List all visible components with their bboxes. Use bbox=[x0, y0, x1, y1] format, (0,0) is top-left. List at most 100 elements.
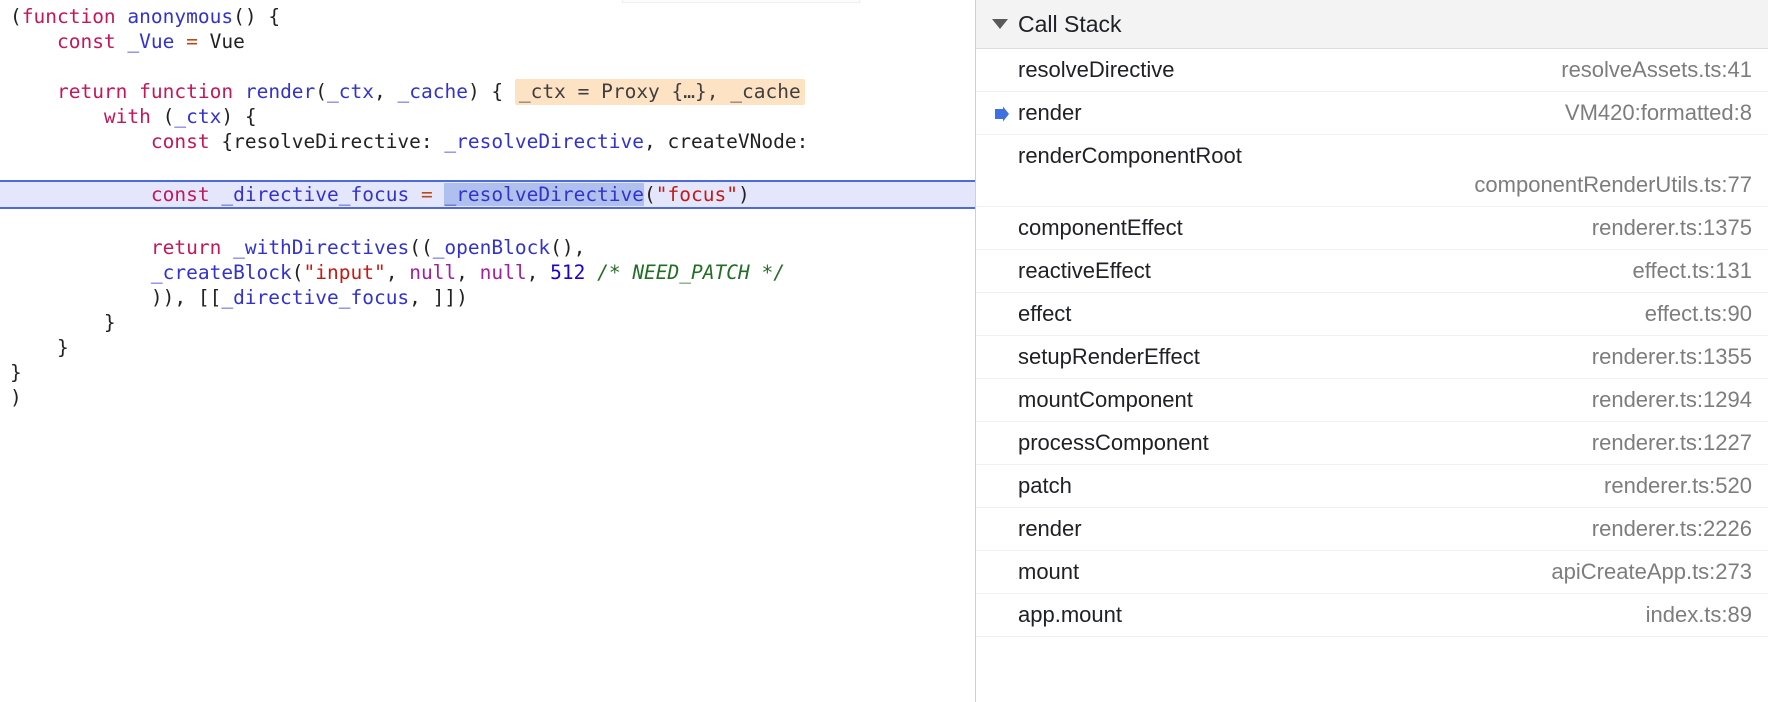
frame-source-location[interactable]: renderer.ts:1375 bbox=[1592, 215, 1752, 241]
code-token: } bbox=[10, 311, 116, 334]
code-token: "input" bbox=[303, 261, 386, 284]
call-stack-list[interactable]: resolveDirective resolveAssets.ts:41 rende… bbox=[976, 49, 1768, 637]
frame-function-name: render bbox=[1018, 516, 1082, 541]
call-stack-frame[interactable]: render VM420:formatted:8 bbox=[976, 92, 1768, 135]
frame-function-name: componentEffect bbox=[1018, 215, 1183, 240]
call-stack-frame[interactable]: renderComponentRoot componentRenderUtils.… bbox=[976, 135, 1768, 207]
code-line[interactable] bbox=[0, 210, 975, 235]
call-stack-frame[interactable]: render renderer.ts:2226 bbox=[976, 508, 1768, 551]
code-token: function bbox=[21, 5, 116, 28]
code-token: ) bbox=[10, 386, 22, 409]
code-token: } bbox=[10, 361, 22, 384]
code-token: _resolveDirective bbox=[444, 130, 644, 153]
code-token: render bbox=[244, 80, 316, 103]
code-token: ) { bbox=[467, 80, 515, 103]
code-token: (), bbox=[550, 236, 586, 259]
frame-function-name: app.mount bbox=[1018, 602, 1122, 627]
call-stack-section-header[interactable]: Call Stack bbox=[976, 0, 1768, 49]
inline-value-decoration[interactable]: _ctx = Proxy {…}, _cache bbox=[514, 79, 805, 105]
frame-function-name: reactiveEffect bbox=[1018, 258, 1151, 283]
code-token: = bbox=[186, 30, 198, 53]
code-line[interactable]: with (_ctx) { bbox=[0, 104, 975, 129]
code-token: _ctx bbox=[327, 80, 375, 103]
call-stack-frame[interactable]: componentEffect renderer.ts:1375 bbox=[976, 207, 1768, 250]
code-token: _createBlock bbox=[150, 261, 292, 284]
frame-source-location[interactable]: VM420:formatted:8 bbox=[1565, 100, 1752, 126]
code-token: ( bbox=[10, 5, 22, 28]
call-stack-frame[interactable]: resolveDirective resolveAssets.ts:41 bbox=[976, 49, 1768, 92]
frame-source-location[interactable]: resolveAssets.ts:41 bbox=[1561, 57, 1752, 83]
frame-source-location[interactable]: effect.ts:90 bbox=[1645, 301, 1752, 327]
code-line[interactable]: const {resolveDirective: _resolveDirecti… bbox=[0, 129, 975, 154]
frame-source-location[interactable]: renderer.ts:520 bbox=[1604, 473, 1752, 499]
frame-source-location[interactable]: apiCreateApp.ts:273 bbox=[1551, 559, 1752, 585]
code-line[interactable] bbox=[0, 54, 975, 79]
code-line[interactable]: (function anonymous() { bbox=[0, 4, 975, 29]
code-token: return bbox=[56, 80, 128, 103]
code-line[interactable]: } bbox=[0, 335, 975, 360]
frame-source-location[interactable]: index.ts:89 bbox=[1646, 602, 1752, 628]
call-stack-frame[interactable]: reactiveEffect effect.ts:131 bbox=[976, 250, 1768, 293]
call-stack-frame[interactable]: mountComponent renderer.ts:1294 bbox=[976, 379, 1768, 422]
code-token: return bbox=[150, 236, 222, 259]
call-stack-frame[interactable]: patch renderer.ts:520 bbox=[976, 465, 1768, 508]
frame-source-location[interactable]: renderer.ts:1294 bbox=[1592, 387, 1752, 413]
code-line[interactable]: return function render(_ctx, _cache) { _… bbox=[0, 79, 975, 105]
code-token: () { bbox=[233, 5, 281, 28]
code-token: ( bbox=[291, 261, 304, 284]
code-token: Vue bbox=[197, 30, 245, 53]
frame-function-name: render bbox=[992, 100, 1082, 126]
frame-function-name: processComponent bbox=[1018, 430, 1209, 455]
code-line[interactable]: } bbox=[0, 310, 975, 335]
code-line[interactable] bbox=[0, 154, 975, 179]
triangle-down-icon[interactable] bbox=[992, 19, 1008, 29]
code-token: _Vue bbox=[127, 30, 175, 53]
code-line[interactable]: ) bbox=[0, 385, 975, 410]
code-line-paused[interactable]: const _directive_focus = _resolveDirecti… bbox=[0, 180, 975, 209]
code-token: , bbox=[374, 80, 398, 103]
code-token: _directive_focus bbox=[221, 286, 410, 309]
code-line[interactable]: )), [[_directive_focus, ]]) bbox=[0, 285, 975, 310]
selected-token[interactable]: _resolveDirective bbox=[444, 183, 645, 206]
code-token: ( bbox=[644, 183, 656, 206]
debugger-sidebar: Call Stack resolveDirective resolveAssets… bbox=[975, 0, 1768, 702]
code-token: )), [[ bbox=[10, 286, 222, 309]
devtools-sources-panel: (function anonymous() { const _Vue = Vue… bbox=[0, 0, 1768, 702]
call-stack-frame[interactable]: app.mount index.ts:89 bbox=[976, 594, 1768, 637]
code-line[interactable]: _createBlock("input", null, null, 512 /*… bbox=[0, 260, 975, 285]
code-line[interactable]: const _Vue = Vue bbox=[0, 29, 975, 54]
call-stack-title: Call Stack bbox=[1018, 10, 1122, 37]
code-token: "focus" bbox=[655, 183, 738, 206]
frame-function-name: mount bbox=[1018, 559, 1080, 584]
call-stack-frame[interactable]: processComponent renderer.ts:1227 bbox=[976, 422, 1768, 465]
frame-source-location[interactable]: renderer.ts:1355 bbox=[1592, 344, 1752, 370]
code-token: /* NEED_PATCH */ bbox=[597, 261, 785, 284]
code-editor-pane[interactable]: (function anonymous() { const _Vue = Vue… bbox=[0, 0, 975, 702]
formatted-source-code[interactable]: (function anonymous() { const _Vue = Vue… bbox=[0, 0, 975, 410]
frame-source-location[interactable]: renderer.ts:2226 bbox=[1592, 516, 1752, 542]
code-token: _directive_focus bbox=[221, 183, 410, 206]
call-stack-frame[interactable]: effect effect.ts:90 bbox=[976, 293, 1768, 336]
code-token: , bbox=[385, 261, 410, 284]
call-stack-frame[interactable]: setupRenderEffect renderer.ts:1355 bbox=[976, 336, 1768, 379]
frame-function-name: resolveDirective bbox=[1018, 57, 1175, 82]
code-line[interactable]: return _withDirectives((_openBlock(), bbox=[0, 235, 975, 260]
frame-source-location[interactable]: effect.ts:131 bbox=[1633, 258, 1752, 284]
frame-source-location[interactable]: componentRenderUtils.ts:77 bbox=[992, 172, 1752, 198]
frame-source-location[interactable]: renderer.ts:1227 bbox=[1592, 430, 1752, 456]
call-stack-frame[interactable]: mount apiCreateApp.ts:273 bbox=[976, 551, 1768, 594]
code-token: , bbox=[456, 261, 480, 284]
arrow-right-marker-icon bbox=[992, 104, 1012, 124]
frame-function-name: setupRenderEffect bbox=[1018, 344, 1200, 369]
code-line[interactable]: } bbox=[0, 360, 975, 385]
